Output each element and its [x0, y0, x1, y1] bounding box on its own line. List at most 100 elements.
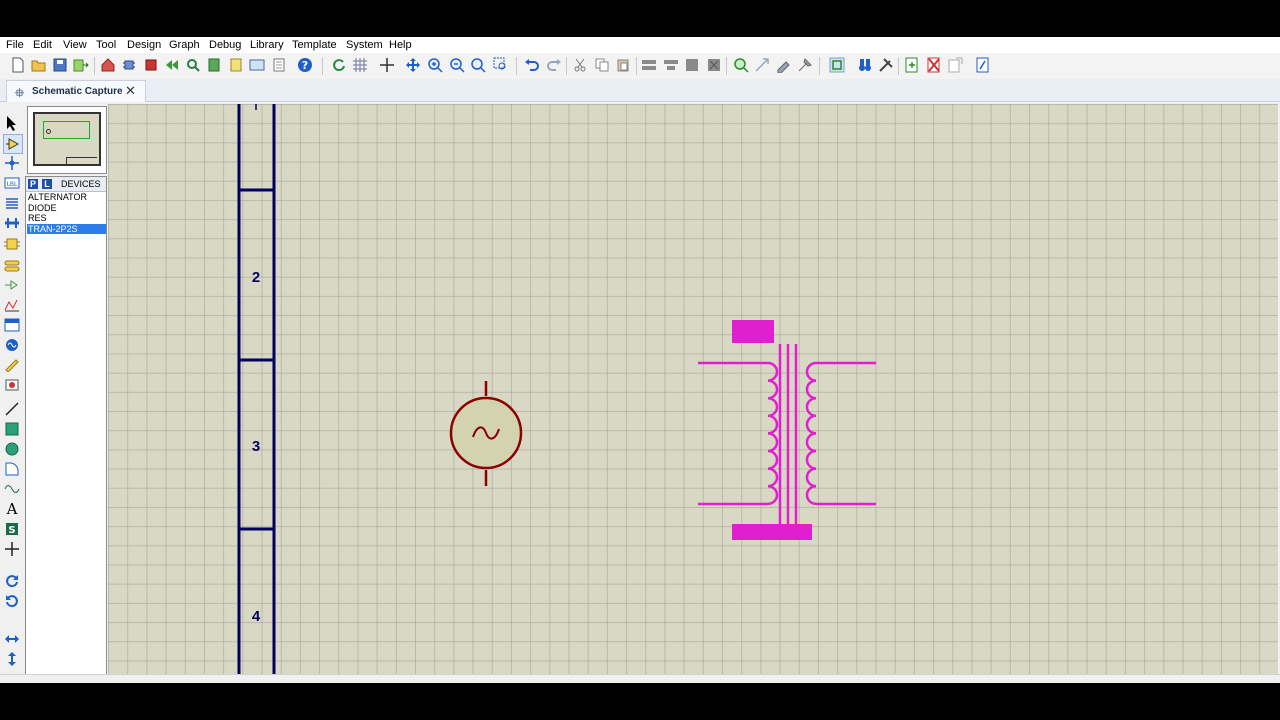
- menu-help[interactable]: Help: [389, 39, 412, 51]
- frame-row-label-4: 4: [252, 608, 261, 625]
- device-item-tran-2p2s[interactable]: TRAN-2P2S: [27, 223, 106, 234]
- rotate-cw-icon[interactable]: [3, 572, 21, 590]
- text-icon[interactable]: A: [3, 500, 21, 518]
- flip-vertical-icon[interactable]: [3, 650, 21, 668]
- junction-icon[interactable]: [3, 154, 21, 172]
- pick-device-icon[interactable]: [733, 57, 749, 73]
- zoom-all-icon[interactable]: [470, 57, 486, 73]
- edit-script-icon[interactable]: [975, 57, 991, 73]
- menu-library[interactable]: Library: [250, 39, 284, 51]
- component-icon[interactable]: [3, 134, 23, 154]
- device-selector-header: P L DEVICES: [26, 177, 106, 192]
- menu-tool[interactable]: Tool: [96, 39, 116, 51]
- bus-icon[interactable]: [3, 214, 21, 232]
- terminal-icon[interactable]: [3, 257, 21, 275]
- text-script-icon[interactable]: [3, 194, 21, 212]
- device-item-alternator[interactable]: ALTERNATOR: [27, 192, 106, 202]
- device-item-diode[interactable]: DIODE: [27, 203, 106, 213]
- overview-window[interactable]: [27, 106, 107, 174]
- flip-horizontal-icon[interactable]: [3, 630, 21, 648]
- cut-icon[interactable]: [572, 57, 588, 73]
- paste-icon[interactable]: [615, 57, 631, 73]
- circle-icon[interactable]: [3, 440, 21, 458]
- import-icon[interactable]: [73, 57, 89, 73]
- path-icon[interactable]: [3, 480, 21, 498]
- block-delete-icon[interactable]: [706, 57, 722, 73]
- box-icon[interactable]: [3, 420, 21, 438]
- symbol-icon[interactable]: S: [3, 520, 21, 538]
- graph-icon[interactable]: [3, 296, 21, 314]
- wire-label-icon[interactable]: LBL: [3, 174, 21, 192]
- undo-icon[interactable]: [524, 57, 540, 73]
- rotate-ccw-icon[interactable]: [3, 592, 21, 610]
- subcircuit-icon[interactable]: [3, 235, 21, 253]
- device-pin-icon[interactable]: [3, 276, 21, 294]
- home-icon[interactable]: [100, 57, 116, 73]
- menu-edit[interactable]: Edit: [33, 39, 52, 51]
- block-rotate-icon[interactable]: [684, 57, 700, 73]
- grid-icon[interactable]: [352, 57, 368, 73]
- menu-debug[interactable]: Debug: [209, 39, 241, 51]
- mode-toolbar: LBL A S 0°: [0, 102, 24, 683]
- zoom-out-icon[interactable]: [449, 57, 465, 73]
- decompose-icon[interactable]: [797, 57, 813, 73]
- menu-view[interactable]: View: [63, 39, 87, 51]
- zoom-in-icon[interactable]: [427, 57, 443, 73]
- generator-icon[interactable]: [3, 336, 21, 354]
- property-assign-icon[interactable]: [878, 57, 894, 73]
- components-icon[interactable]: [121, 57, 137, 73]
- menu-graph[interactable]: Graph: [169, 39, 200, 51]
- schematic-drawing: 2 3 4: [237, 104, 876, 674]
- remove-sheet-icon[interactable]: [926, 57, 942, 73]
- tab-schematic-capture[interactable]: ⯐ Schematic Capture ✕: [6, 80, 146, 102]
- bill-of-materials-icon[interactable]: [206, 57, 222, 73]
- origin-icon[interactable]: [379, 57, 395, 73]
- menu-system[interactable]: System: [346, 39, 383, 51]
- save-icon[interactable]: [52, 57, 68, 73]
- refresh-icon[interactable]: [331, 57, 347, 73]
- status-bar: [0, 674, 1280, 683]
- frame-row-label-3: 3: [252, 438, 260, 455]
- alternator-component[interactable]: [449, 381, 523, 486]
- simulate-icon[interactable]: [143, 57, 159, 73]
- menu-template[interactable]: Template: [292, 39, 337, 51]
- transformer-tran-2p2s-ghost[interactable]: [698, 320, 876, 540]
- view-icon[interactable]: [249, 57, 265, 73]
- marker-icon[interactable]: [3, 540, 21, 558]
- wire-autorouter-icon[interactable]: [829, 57, 845, 73]
- open-file-icon[interactable]: [31, 57, 47, 73]
- schematic-canvas[interactable]: 2 3 4: [108, 104, 1278, 674]
- help-icon[interactable]: ?: [297, 57, 313, 73]
- redo-icon[interactable]: [546, 57, 562, 73]
- pan-icon[interactable]: [405, 57, 421, 73]
- pick-from-library-button[interactable]: P: [28, 179, 38, 189]
- arc-icon[interactable]: [3, 460, 21, 478]
- tape-recorder-icon[interactable]: [3, 316, 21, 334]
- copy-icon[interactable]: [594, 57, 610, 73]
- device-item-res[interactable]: RES: [27, 213, 106, 223]
- menu-design[interactable]: Design: [127, 39, 161, 51]
- main-toolbar: ?: [0, 53, 1280, 80]
- new-sheet-icon[interactable]: [904, 57, 920, 73]
- zoom-page-icon[interactable]: [185, 57, 201, 73]
- selection-icon[interactable]: [3, 114, 21, 132]
- menu-file[interactable]: File: [6, 39, 24, 51]
- current-probe-icon[interactable]: [3, 376, 21, 394]
- search-tag-icon[interactable]: [857, 57, 873, 73]
- close-tab-icon[interactable]: ✕: [125, 83, 136, 99]
- exit-parent-icon[interactable]: [948, 57, 964, 73]
- back-icon[interactable]: [164, 57, 180, 73]
- block-move-icon[interactable]: [663, 57, 679, 73]
- voltage-probe-icon[interactable]: [3, 356, 21, 374]
- document-icon[interactable]: [271, 57, 287, 73]
- device-selector: P L DEVICES ALTERNATOR DIODE RES TRAN-2P…: [25, 176, 107, 676]
- sheet-frame-border: 2 3 4: [237, 104, 276, 674]
- line-icon[interactable]: [3, 400, 21, 418]
- library-manager-button[interactable]: L: [42, 179, 52, 189]
- new-file-icon[interactable]: [10, 57, 26, 73]
- zoom-area-icon[interactable]: [493, 57, 509, 73]
- code-icon[interactable]: [228, 57, 244, 73]
- make-device-icon[interactable]: [754, 57, 770, 73]
- block-copy-icon[interactable]: [641, 57, 657, 73]
- packaging-icon[interactable]: [776, 57, 792, 73]
